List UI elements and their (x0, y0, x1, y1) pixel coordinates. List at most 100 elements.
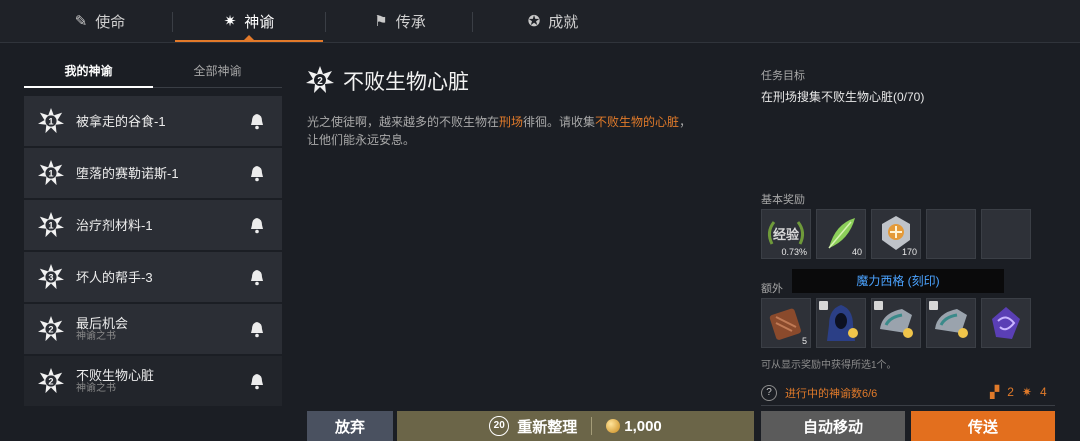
oracle-subtabs: 我的神谕 全部神谕 (24, 58, 282, 88)
quest-list-item[interactable]: 2 不败生物心脏 神谕之书 (24, 356, 282, 406)
gold-coin-icon (606, 419, 621, 433)
reward-note: 可从显示奖励中获得所选1个。 (761, 360, 897, 371)
reward-qty: 0.73% (781, 247, 807, 257)
quest-list-item[interactable]: 1 治疗剂材料-1 (24, 200, 282, 250)
quest-item-texts: 被拿走的谷食-1 (76, 114, 248, 129)
quest-item-texts: 治疗剂材料-1 (76, 218, 248, 233)
tab-active-indicator (175, 40, 323, 42)
reset-label: 重新整理 (517, 418, 578, 436)
oracle-badge-icon: 3 (38, 264, 64, 290)
oracle-star-count: 4 (1039, 385, 1047, 399)
bell-icon[interactable] (248, 112, 266, 130)
quest-item-texts: 不败生物心脏 神谕之书 (76, 368, 248, 395)
extra-rewards-label: 额外 (761, 283, 783, 295)
quest-item-title: 堕落的赛勒诺斯-1 (76, 165, 179, 181)
basic-rewards-label: 基本奖励 (761, 194, 805, 206)
scroll-count-icon: ▞ (990, 385, 1000, 399)
extra-reward-slot[interactable] (981, 298, 1031, 348)
desc-text: ， (679, 115, 692, 129)
quest-badge-number: 1 (48, 221, 53, 231)
objective-label: 任务目标 (761, 70, 805, 82)
exp-label: 经验 (773, 227, 800, 242)
oracle-badge-icon: 2 (38, 368, 64, 394)
reward-qty: 5 (801, 336, 807, 346)
tab-divider (472, 12, 473, 32)
bell-icon[interactable] (248, 320, 266, 338)
reward-slot-crest[interactable]: 170 (871, 209, 921, 259)
reward-qty: 40 (851, 247, 862, 257)
bell-icon[interactable] (248, 164, 266, 182)
quest-list-item[interactable]: 1 堕落的赛勒诺斯-1 (24, 148, 282, 198)
extra-reward-slot[interactable] (816, 298, 866, 348)
quest-list: 1 被拿走的谷食-1 1 堕落的赛勒诺斯-1 1 治疗剂材料-1 3 坏人的帮手-3 2 最后机会… (24, 96, 282, 408)
tab-legacy[interactable]: ⚑ 传承 (330, 0, 470, 42)
detail-badge-number: 2 (317, 76, 323, 87)
tab-divider (172, 12, 173, 32)
teleport-button[interactable]: 传送 (911, 411, 1055, 441)
oracle-badge-icon: 2 (38, 316, 64, 342)
quest-item-title: 不败生物心脏 (76, 367, 155, 383)
book-tag-icon (819, 301, 828, 310)
bell-icon[interactable] (248, 372, 266, 390)
medal-icon: ✪ (527, 13, 541, 30)
quest-item-texts: 最后机会 神谕之书 (76, 316, 248, 343)
auto-move-button[interactable]: 自动移动 (761, 411, 905, 441)
extra-reward-slot[interactable] (926, 298, 976, 348)
bell-icon[interactable] (248, 216, 266, 234)
reward-slot-leaf[interactable]: 40 (816, 209, 866, 259)
reward-slot-empty (981, 209, 1031, 259)
quest-list-item[interactable]: 1 被拿走的谷食-1 (24, 96, 282, 146)
divider (761, 405, 1055, 406)
tab-mission[interactable]: ✎ 使命 (30, 0, 170, 42)
quest-badge-number: 1 (48, 117, 53, 127)
desc-text: 徘徊。请收集 (523, 115, 596, 129)
extra-reward-slot[interactable]: 5 (761, 298, 811, 348)
subtab-my-oracles[interactable]: 我的神谕 (24, 58, 153, 86)
tab-achievement[interactable]: ✪ 成就 (478, 0, 628, 42)
oracle-counters: ▞ 2 ✷ 4 (990, 385, 1047, 399)
quest-item-texts: 坏人的帮手-3 (76, 270, 248, 285)
button-divider (591, 417, 593, 435)
quest-badge-number: 3 (48, 273, 53, 283)
reward-qty: 170 (901, 247, 917, 257)
quest-title: 不败生物心脏 (343, 71, 469, 94)
quest-list-item[interactable]: 3 坏人的帮手-3 (24, 252, 282, 302)
subtab-active-indicator (24, 86, 153, 88)
quest-badge-number: 2 (48, 377, 53, 387)
reward-slot-empty (926, 209, 976, 259)
oracle-progress: ? 进行中的神谕数6/6 (761, 385, 877, 401)
reset-cost: 1,000 (624, 417, 662, 435)
quest-item-source: 神谕之书 (76, 382, 116, 394)
rune-icon (992, 307, 1020, 339)
tab-caret-icon (244, 35, 254, 40)
help-icon[interactable]: ? (761, 385, 777, 401)
scroll-count: 2 (1007, 385, 1014, 399)
quest-badge-number: 2 (48, 325, 53, 335)
subtab-all-oracles[interactable]: 全部神谕 (153, 58, 282, 86)
desc-highlight-location: 刑场 (499, 115, 524, 129)
feather-icon: ✎ (74, 13, 88, 30)
desc-highlight-item: 不败生物的心脏 (595, 115, 680, 129)
quest-item-title: 被拿走的谷食-1 (76, 113, 166, 129)
reward-slot-exp[interactable]: 经验 0.73% (761, 209, 811, 259)
flag-icon: ⚑ (374, 13, 388, 30)
reset-button[interactable]: 20 重新整理 1,000 (397, 411, 754, 441)
oracle-star-count-icon: ✷ (1021, 385, 1032, 399)
abandon-button[interactable]: 放弃 (307, 411, 393, 441)
book-tag-icon (874, 301, 883, 310)
quest-list-item[interactable]: 2 最后机会 神谕之书 (24, 304, 282, 354)
extra-reward-slot[interactable] (871, 298, 921, 348)
objective-text: 在刑场搜集不败生物心脏(0/70) (761, 90, 925, 104)
quest-item-title: 最后机会 (76, 315, 129, 331)
desc-text: 光之使徒啊，越来越多的不败生物在 (307, 115, 500, 129)
quest-badge-number: 1 (48, 169, 53, 179)
oracle-badge-icon: 1 (38, 108, 64, 134)
oracle-star-icon: ✷ (223, 13, 237, 30)
quest-item-source: 神谕之书 (76, 330, 116, 342)
quest-item-title: 治疗剂材料-1 (76, 217, 153, 233)
book-tag-icon (929, 301, 938, 310)
reward-tooltip: 魔力西格 (刻印) (792, 269, 1004, 293)
bell-icon[interactable] (248, 268, 266, 286)
quest-item-texts: 堕落的赛勒诺斯-1 (76, 166, 248, 181)
tab-divider (325, 12, 326, 32)
